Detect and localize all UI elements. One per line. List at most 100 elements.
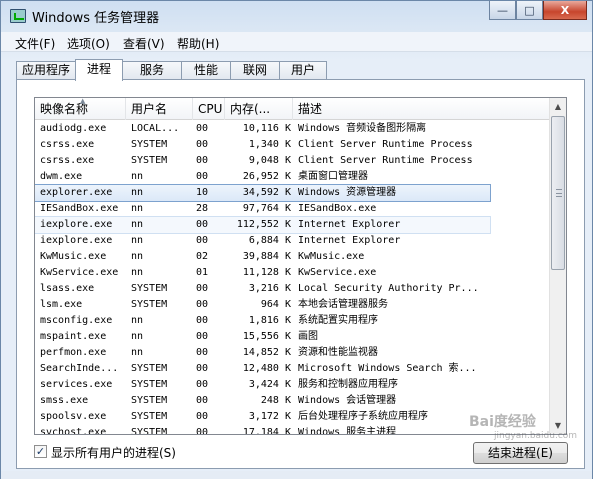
process-row[interactable]: smss.exe SYSTEM 00 248 K Windows 会话管理器 (35, 393, 490, 409)
show-all-users-label: 显示所有用户的进程(S) (51, 446, 176, 460)
maximize-button[interactable]: □ (516, 1, 543, 20)
cell-user-name: SYSTEM (131, 379, 168, 390)
tab-networking[interactable]: 联网 (230, 61, 280, 80)
process-row[interactable]: perfmon.exe nn 00 14,852 K 资源和性能监视器 (35, 345, 490, 361)
cell-memory: 3,424 K (248, 379, 291, 390)
cell-image-name: explorer.exe (40, 187, 113, 198)
cell-memory: 97,764 K (242, 203, 291, 214)
process-row[interactable]: svchost.exe SYSTEM 00 17,184 K Windows 服务主进程 (35, 425, 490, 435)
tab-applications[interactable]: 应用程序 (16, 61, 76, 80)
process-row[interactable]: iexplore.exe nn 00 112,552 K Internet Explor… (35, 216, 491, 234)
process-row[interactable]: lsass.exe SYSTEM 00 3,216 K Local Security A… (35, 281, 490, 297)
tab-performance[interactable]: 性能 (181, 61, 231, 80)
menu-options[interactable]: 选项(O) (67, 35, 110, 52)
cell-description: Windows 服务主进程 (298, 427, 397, 435)
cell-memory: 17,184 K (242, 427, 291, 435)
cell-image-name: lsass.exe (40, 283, 95, 294)
process-row[interactable]: KwService.exe nn 01 11,128 K KwService.exe (35, 265, 490, 281)
process-row[interactable]: mspaint.exe nn 00 15,556 K 画图 (35, 329, 490, 345)
cell-image-name: spoolsv.exe (40, 411, 107, 422)
end-process-button[interactable]: 结束进程(E) (473, 442, 568, 464)
cell-user-name: SYSTEM (131, 427, 168, 435)
cell-cpu: 02 (196, 251, 209, 262)
process-row[interactable]: spoolsv.exe SYSTEM 00 3,172 K 后台处理程序子系统应用程序 (35, 409, 490, 425)
cell-user-name: SYSTEM (131, 299, 168, 310)
tab-services[interactable]: 服务 (122, 61, 182, 80)
process-row[interactable]: SearchInde... SYSTEM 00 12,480 K Microsoft W… (35, 361, 490, 377)
cell-memory: 39,884 K (242, 251, 291, 262)
cell-description: KwService.exe (298, 267, 377, 278)
cell-image-name: iexplore.exe (40, 235, 113, 246)
process-row[interactable]: iexplore.exe nn 00 6,884 K Internet Explorer (35, 233, 490, 249)
cell-description: 桌面窗口管理器 (298, 171, 368, 182)
process-row[interactable]: msconfig.exe nn 00 1,816 K 系统配置实用程序 (35, 313, 490, 329)
cell-image-name: csrss.exe (40, 139, 95, 150)
cell-image-name: KwService.exe (40, 267, 119, 278)
cell-description: Windows 资源管理器 (298, 187, 397, 198)
cell-image-name: svchost.exe (40, 427, 107, 435)
show-all-users-checkbox[interactable]: ✓ (34, 445, 47, 458)
column-image-name[interactable]: ▲ 映像名称 (35, 98, 126, 120)
tab-processes[interactable]: 进程 (75, 59, 123, 81)
process-row[interactable]: audiodg.exe LOCAL... 00 10,116 K Windows 音频设… (35, 121, 490, 137)
cell-cpu: 00 (196, 139, 209, 150)
tab-users[interactable]: 用户 (279, 61, 327, 80)
cell-cpu: 00 (196, 331, 209, 342)
process-row[interactable]: csrss.exe SYSTEM 00 9,048 K Client Server Ru… (35, 153, 490, 169)
cell-description: Local Security Authority Pr... (298, 283, 479, 294)
cell-user-name: nn (131, 267, 144, 278)
process-row[interactable]: IESandBox.exe nn 28 97,764 K IESandBox.exe (35, 201, 490, 217)
cell-description: Microsoft Windows Search 索... (298, 363, 477, 374)
process-row[interactable]: explorer.exe nn 10 34,592 K Windows 资源管理器 (35, 184, 491, 202)
cell-cpu: 10 (196, 187, 209, 198)
cell-user-name: SYSTEM (131, 139, 168, 150)
cell-user-name: nn (131, 315, 144, 326)
cell-user-name: nn (131, 251, 144, 262)
process-row[interactable]: csrss.exe SYSTEM 00 1,340 K Client Server Ru… (35, 137, 490, 153)
cell-memory: 964 K (260, 299, 291, 310)
watermark-logo: Bai度经验 (469, 414, 536, 430)
cell-user-name: SYSTEM (131, 363, 168, 374)
process-row[interactable]: dwm.exe nn 00 26,952 K 桌面窗口管理器 (35, 169, 490, 185)
cell-description: Internet Explorer (298, 235, 401, 246)
cell-description: 系统配置实用程序 (298, 315, 378, 326)
vertical-scrollbar[interactable]: ▲ ▼ (549, 98, 566, 434)
cell-cpu: 00 (196, 219, 209, 230)
scrollbar-thumb[interactable] (551, 116, 565, 270)
cell-user-name: nn (131, 331, 144, 342)
scroll-up-icon[interactable]: ▲ (550, 98, 566, 115)
task-manager-icon (10, 9, 26, 23)
cell-memory: 15,556 K (242, 331, 291, 342)
window-controls: — □ X (489, 1, 587, 21)
cell-cpu: 00 (196, 379, 209, 390)
cell-image-name: smss.exe (40, 395, 89, 406)
cell-memory: 3,172 K (248, 411, 291, 422)
column-description[interactable]: 描述 (293, 98, 493, 120)
cell-image-name: services.exe (40, 379, 113, 390)
menu-help[interactable]: 帮助(H) (177, 35, 219, 52)
minimize-button[interactable]: — (489, 1, 516, 20)
process-list[interactable]: ▲ 映像名称 用户名 CPU 内存(... 描述 audiodg.exe LOCA… (34, 97, 567, 435)
process-row[interactable]: KwMusic.exe nn 02 39,884 K KwMusic.exe (35, 249, 490, 265)
column-user-name[interactable]: 用户名 (126, 98, 193, 120)
column-cpu[interactable]: CPU (193, 98, 225, 120)
menu-file[interactable]: 文件(F) (15, 35, 55, 52)
cell-image-name: dwm.exe (40, 171, 83, 182)
cell-user-name: nn (131, 347, 144, 358)
cell-cpu: 28 (196, 203, 209, 214)
close-button[interactable]: X (543, 1, 587, 20)
cell-cpu: 00 (196, 347, 209, 358)
cell-memory: 14,852 K (242, 347, 291, 358)
cell-user-name: nn (131, 235, 144, 246)
cell-cpu: 00 (196, 155, 209, 166)
cell-image-name: iexplore.exe (40, 219, 113, 230)
process-row[interactable]: services.exe SYSTEM 00 3,424 K 服务和控制器应用程序 (35, 377, 490, 393)
cell-memory: 12,480 K (242, 363, 291, 374)
cell-cpu: 00 (196, 315, 209, 326)
cell-memory: 9,048 K (248, 155, 291, 166)
menu-view[interactable]: 查看(V) (123, 35, 165, 52)
process-row[interactable]: lsm.exe SYSTEM 00 964 K 本地会话管理器服务 (35, 297, 490, 313)
column-memory[interactable]: 内存(... (225, 98, 293, 120)
title-bar[interactable]: Windows 任务管理器 — □ X (1, 1, 592, 31)
grip-icon (556, 189, 562, 197)
